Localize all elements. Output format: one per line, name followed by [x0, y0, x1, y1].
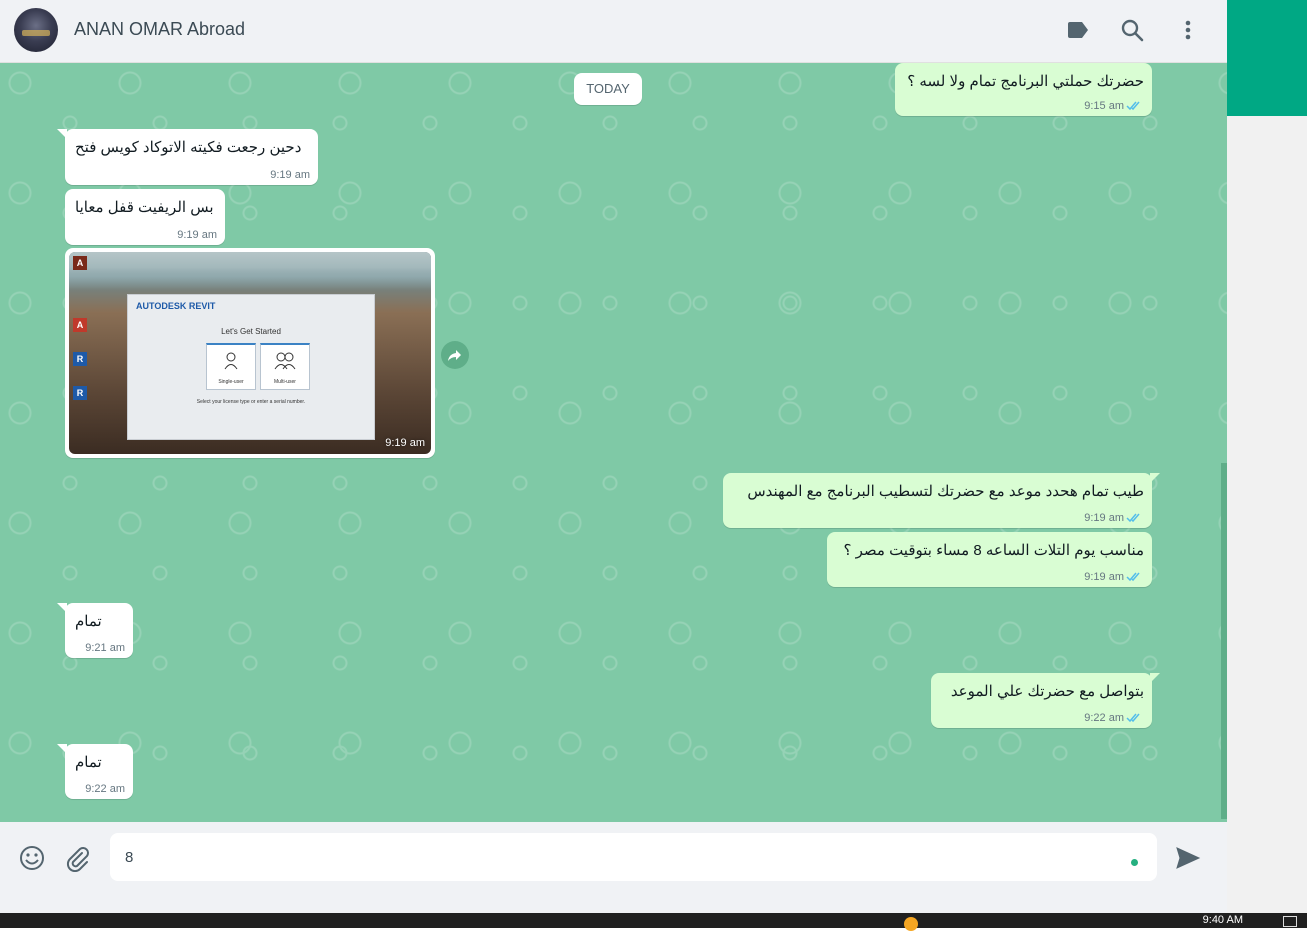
message-text: تمام — [75, 754, 102, 771]
revit-icon: R — [73, 386, 87, 400]
dialog-title: Let's Get Started — [221, 327, 281, 336]
bubble-tail — [1150, 673, 1160, 683]
message-input[interactable] — [110, 833, 1157, 881]
attach-icon[interactable] — [63, 844, 91, 873]
user-icon — [224, 352, 238, 370]
chat-header: ANAN OMAR Abroad — [0, 0, 1227, 63]
autocad-icon: A — [73, 318, 87, 332]
desktop-icon: A — [73, 256, 87, 270]
message-incoming[interactable]: تمام 9:21 am — [57, 603, 133, 658]
message-text: دحين رجعت فكيته الاتوكاد كويس فتح — [75, 139, 302, 156]
background-window — [1227, 0, 1307, 913]
message-time: 9:19 am — [177, 229, 217, 241]
single-user-card: Single-user — [206, 343, 256, 390]
photo-background — [69, 252, 431, 290]
bubble-tail — [1150, 473, 1160, 483]
message-time: 9:19 am — [270, 169, 310, 181]
bubble-tail — [57, 603, 67, 613]
message-text: بتواصل مع حضرتك علي الموعد — [950, 683, 1144, 700]
windows-taskbar: 9:40 AM — [0, 913, 1307, 931]
app-accent-bar — [1227, 0, 1307, 116]
read-ticks-icon — [1126, 572, 1140, 582]
multi-user-card: Multi-user — [260, 343, 310, 390]
message-outgoing[interactable]: بتواصل مع حضرتك علي الموعد 9:22 am — [931, 673, 1160, 728]
conversation-panel[interactable]: TODAY حضرتك حملتي البرنامج تمام ولا لسه … — [0, 63, 1227, 822]
message-incoming[interactable]: بس الريفيت قفل معايا 9:19 am — [65, 189, 225, 245]
message-time: 9:22 am — [1084, 712, 1124, 724]
message-text: حضرتك حملتي البرنامج تمام ولا لسه ؟ — [907, 73, 1144, 90]
bubble-tail — [57, 744, 67, 754]
dialog-logo: AUTODESK REVIT — [136, 301, 216, 311]
message-outgoing[interactable]: طيب تمام هحدد موعد مع حضرتك لتسطيب البرن… — [723, 473, 1160, 528]
tray-app-icon[interactable] — [904, 917, 918, 931]
message-text: طيب تمام هحدد موعد مع حضرتك لتسطيب البرن… — [747, 483, 1144, 500]
users-icon — [274, 352, 296, 370]
search-icon[interactable] — [1118, 16, 1146, 44]
forward-icon[interactable] — [441, 341, 469, 369]
read-ticks-icon — [1126, 713, 1140, 723]
message-time: 9:21 am — [85, 642, 125, 654]
multi-user-label: Multi-user — [274, 379, 296, 385]
message-outgoing[interactable]: مناسب يوم التلات الساعه 8 مساء بتوقيت مص… — [827, 532, 1152, 587]
taskbar-clock[interactable]: 9:40 AM — [1203, 914, 1243, 926]
message-time: 9:22 am — [85, 783, 125, 795]
message-time: 9:15 am — [1084, 100, 1124, 112]
revit-license-dialog: AUTODESK REVIT Let's Get Started Single-… — [127, 294, 375, 440]
composer-bar — [0, 822, 1227, 892]
bubble-tail — [57, 129, 67, 139]
contact-avatar[interactable] — [14, 8, 58, 52]
typing-indicator-icon — [1131, 859, 1138, 866]
date-divider: TODAY — [574, 73, 642, 105]
message-outgoing[interactable]: حضرتك حملتي البرنامج تمام ولا لسه ؟ 9:15… — [895, 63, 1152, 116]
message-text: بس الريفيت قفل معايا — [75, 199, 214, 216]
message-time: 9:19 am — [1084, 571, 1124, 583]
message-incoming[interactable]: تمام 9:22 am — [57, 744, 133, 799]
menu-icon[interactable] — [1174, 16, 1202, 44]
message-text: مناسب يوم التلات الساعه 8 مساء بتوقيت مص… — [843, 542, 1144, 559]
message-text: تمام — [75, 613, 102, 630]
attached-photo[interactable]: A A R R AUTODESK REVIT Let's Get Started… — [69, 252, 431, 454]
message-incoming[interactable]: دحين رجعت فكيته الاتوكاد كويس فتح 9:19 a… — [57, 129, 318, 185]
send-icon[interactable] — [1174, 844, 1202, 872]
revit-icon: R — [73, 352, 87, 366]
message-time: 9:19 am — [385, 437, 425, 449]
dialog-footer-text: Select your license type or enter a seri… — [196, 399, 306, 405]
read-ticks-icon — [1126, 101, 1140, 111]
emoji-icon[interactable] — [18, 844, 46, 872]
read-ticks-icon — [1126, 513, 1140, 523]
single-user-label: Single-user — [218, 379, 244, 385]
contact-name[interactable]: ANAN OMAR Abroad — [74, 19, 245, 40]
label-icon[interactable] — [1064, 16, 1092, 44]
whatsapp-window: ANAN OMAR Abroad TODAY حضرتك حملتي البرن… — [0, 0, 1227, 913]
notification-icon[interactable] — [1283, 916, 1297, 927]
message-time: 9:19 am — [1084, 512, 1124, 524]
message-incoming-image[interactable]: A A R R AUTODESK REVIT Let's Get Started… — [65, 248, 435, 458]
